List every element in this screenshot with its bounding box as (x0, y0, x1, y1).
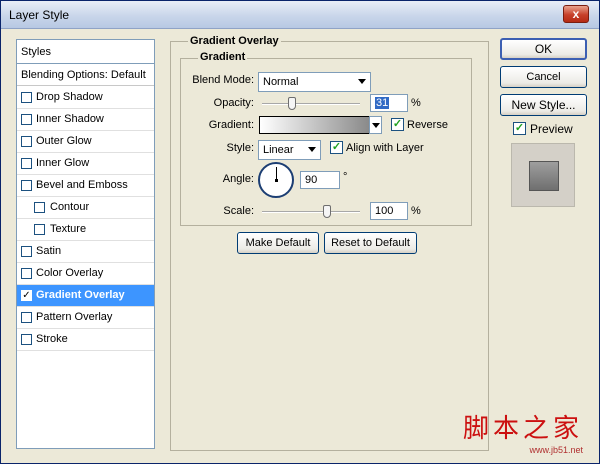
preview-thumbnail (511, 143, 575, 207)
angle-center-dot (275, 179, 278, 182)
style-item-gradient-overlay[interactable]: ✓ Gradient Overlay (17, 285, 154, 307)
style-item-checkbox[interactable] (21, 334, 32, 345)
scale-slider-track[interactable] (262, 211, 360, 213)
opacity-label: Opacity: (213, 97, 254, 109)
preview-swatch (529, 161, 559, 191)
style-item-checkbox[interactable] (21, 268, 32, 279)
blending-options-item[interactable]: Blending Options: Default (17, 65, 154, 86)
styles-list: Styles Blending Options: Default Drop Sh… (16, 39, 155, 449)
style-item-checkbox[interactable] (21, 180, 32, 191)
style-value: Linear (263, 144, 294, 156)
style-item-checkbox[interactable] (21, 246, 32, 257)
style-item-satin[interactable]: Satin (17, 241, 154, 263)
style-item-checkbox[interactable] (21, 312, 32, 323)
blend-mode-value: Normal (263, 76, 299, 88)
style-item-label: Drop Shadow (36, 91, 103, 103)
opacity-slider-thumb[interactable] (288, 97, 297, 110)
scale-unit: % (411, 205, 421, 217)
new-style-button[interactable]: New Style... (500, 94, 587, 116)
style-item-label: Inner Glow (36, 157, 90, 169)
reverse-label: Reverse (407, 119, 448, 131)
styles-header-label: Styles (21, 46, 51, 58)
align-with-layer-label: Align with Layer (346, 142, 424, 154)
style-item-label: Color Overlay (36, 267, 104, 279)
opacity-slider-track[interactable] (262, 103, 360, 105)
style-item-bevel-and-emboss[interactable]: Bevel and Emboss (17, 175, 154, 197)
style-label: Style: (226, 142, 254, 154)
style-item-label: Gradient Overlay (36, 289, 125, 301)
style-item-color-overlay[interactable]: Color Overlay (17, 263, 154, 285)
style-item-texture[interactable]: Texture (17, 219, 154, 241)
preview-label: Preview (530, 122, 573, 136)
style-item-inner-glow[interactable]: Inner Glow (17, 153, 154, 175)
gradient-label: Gradient: (208, 119, 254, 131)
style-item-label: Texture (50, 223, 87, 235)
layer-style-dialog: Layer Style x Styles Blending Options: D… (0, 0, 600, 464)
style-item-label: Inner Shadow (36, 113, 104, 125)
blending-options-label: Blending Options: Default (21, 69, 146, 81)
scale-input[interactable]: 100 (370, 202, 408, 220)
style-item-checkbox[interactable] (21, 114, 32, 125)
style-item-checkbox[interactable] (21, 92, 32, 103)
gradient-picker-dropdown[interactable] (369, 116, 382, 134)
blend-mode-label: Blend Mode: (192, 74, 254, 86)
style-item-label: Pattern Overlay (36, 311, 113, 323)
chevron-down-icon (372, 123, 380, 128)
style-item-checkbox[interactable] (21, 158, 32, 169)
scale-label: Scale: (223, 205, 254, 217)
align-with-layer-checkbox[interactable]: ✓ (330, 141, 343, 154)
style-item-label: Outer Glow (36, 135, 92, 147)
watermark: 脚本之家 www.jb51.net (463, 408, 583, 455)
gradient-group-title: Gradient (198, 51, 248, 63)
style-item-outer-glow[interactable]: Outer Glow (17, 131, 154, 153)
style-item-drop-shadow[interactable]: Drop Shadow (17, 87, 154, 109)
style-item-pattern-overlay[interactable]: Pattern Overlay (17, 307, 154, 329)
window-title: Layer Style (9, 8, 70, 22)
angle-input[interactable]: 90 (300, 171, 340, 189)
style-item-checkbox[interactable] (34, 202, 45, 213)
chevron-down-icon (358, 79, 366, 84)
style-item-checkbox[interactable]: ✓ (21, 290, 32, 301)
dialog-body: Styles Blending Options: Default Drop Sh… (2, 30, 599, 463)
angle-value: 90 (305, 174, 318, 186)
close-button[interactable]: x (563, 5, 589, 23)
reset-to-default-button[interactable]: Reset to Default (324, 232, 417, 254)
style-item-contour[interactable]: Contour (17, 197, 154, 219)
ok-button[interactable]: OK (500, 38, 587, 60)
opacity-unit: % (411, 97, 421, 109)
opacity-value: 31 (375, 97, 390, 109)
gradient-overlay-title: Gradient Overlay (188, 35, 281, 47)
style-dropdown[interactable]: Linear (258, 140, 321, 160)
style-item-label: Contour (50, 201, 90, 213)
scale-value: 100 (375, 205, 394, 217)
scale-slider-thumb[interactable] (322, 205, 331, 218)
style-item-checkbox[interactable] (21, 136, 32, 147)
watermark-url: www.jb51.net (529, 445, 583, 455)
chevron-down-icon (308, 147, 316, 152)
styles-header[interactable]: Styles (17, 40, 154, 64)
cancel-button[interactable]: Cancel (500, 66, 587, 88)
style-item-label: Stroke (36, 333, 68, 345)
style-item-stroke[interactable]: Stroke (17, 329, 154, 351)
angle-label: Angle: (222, 173, 254, 185)
blend-mode-dropdown[interactable]: Normal (258, 72, 371, 92)
make-default-button[interactable]: Make Default (237, 232, 319, 254)
angle-unit: ° (343, 171, 348, 183)
preview-checkbox[interactable]: ✓ (513, 122, 526, 135)
title-bar[interactable]: Layer Style x (1, 1, 599, 29)
style-item-label: Bevel and Emboss (36, 179, 128, 191)
angle-dial[interactable] (258, 162, 294, 198)
style-item-inner-shadow[interactable]: Inner Shadow (17, 109, 154, 131)
gradient-swatch[interactable] (259, 116, 370, 134)
reverse-checkbox[interactable]: ✓ (391, 118, 404, 131)
style-item-checkbox[interactable] (34, 224, 45, 235)
watermark-title: 脚本之家 (462, 414, 583, 444)
style-item-label: Satin (36, 245, 62, 257)
opacity-input[interactable]: 31 (370, 94, 408, 112)
